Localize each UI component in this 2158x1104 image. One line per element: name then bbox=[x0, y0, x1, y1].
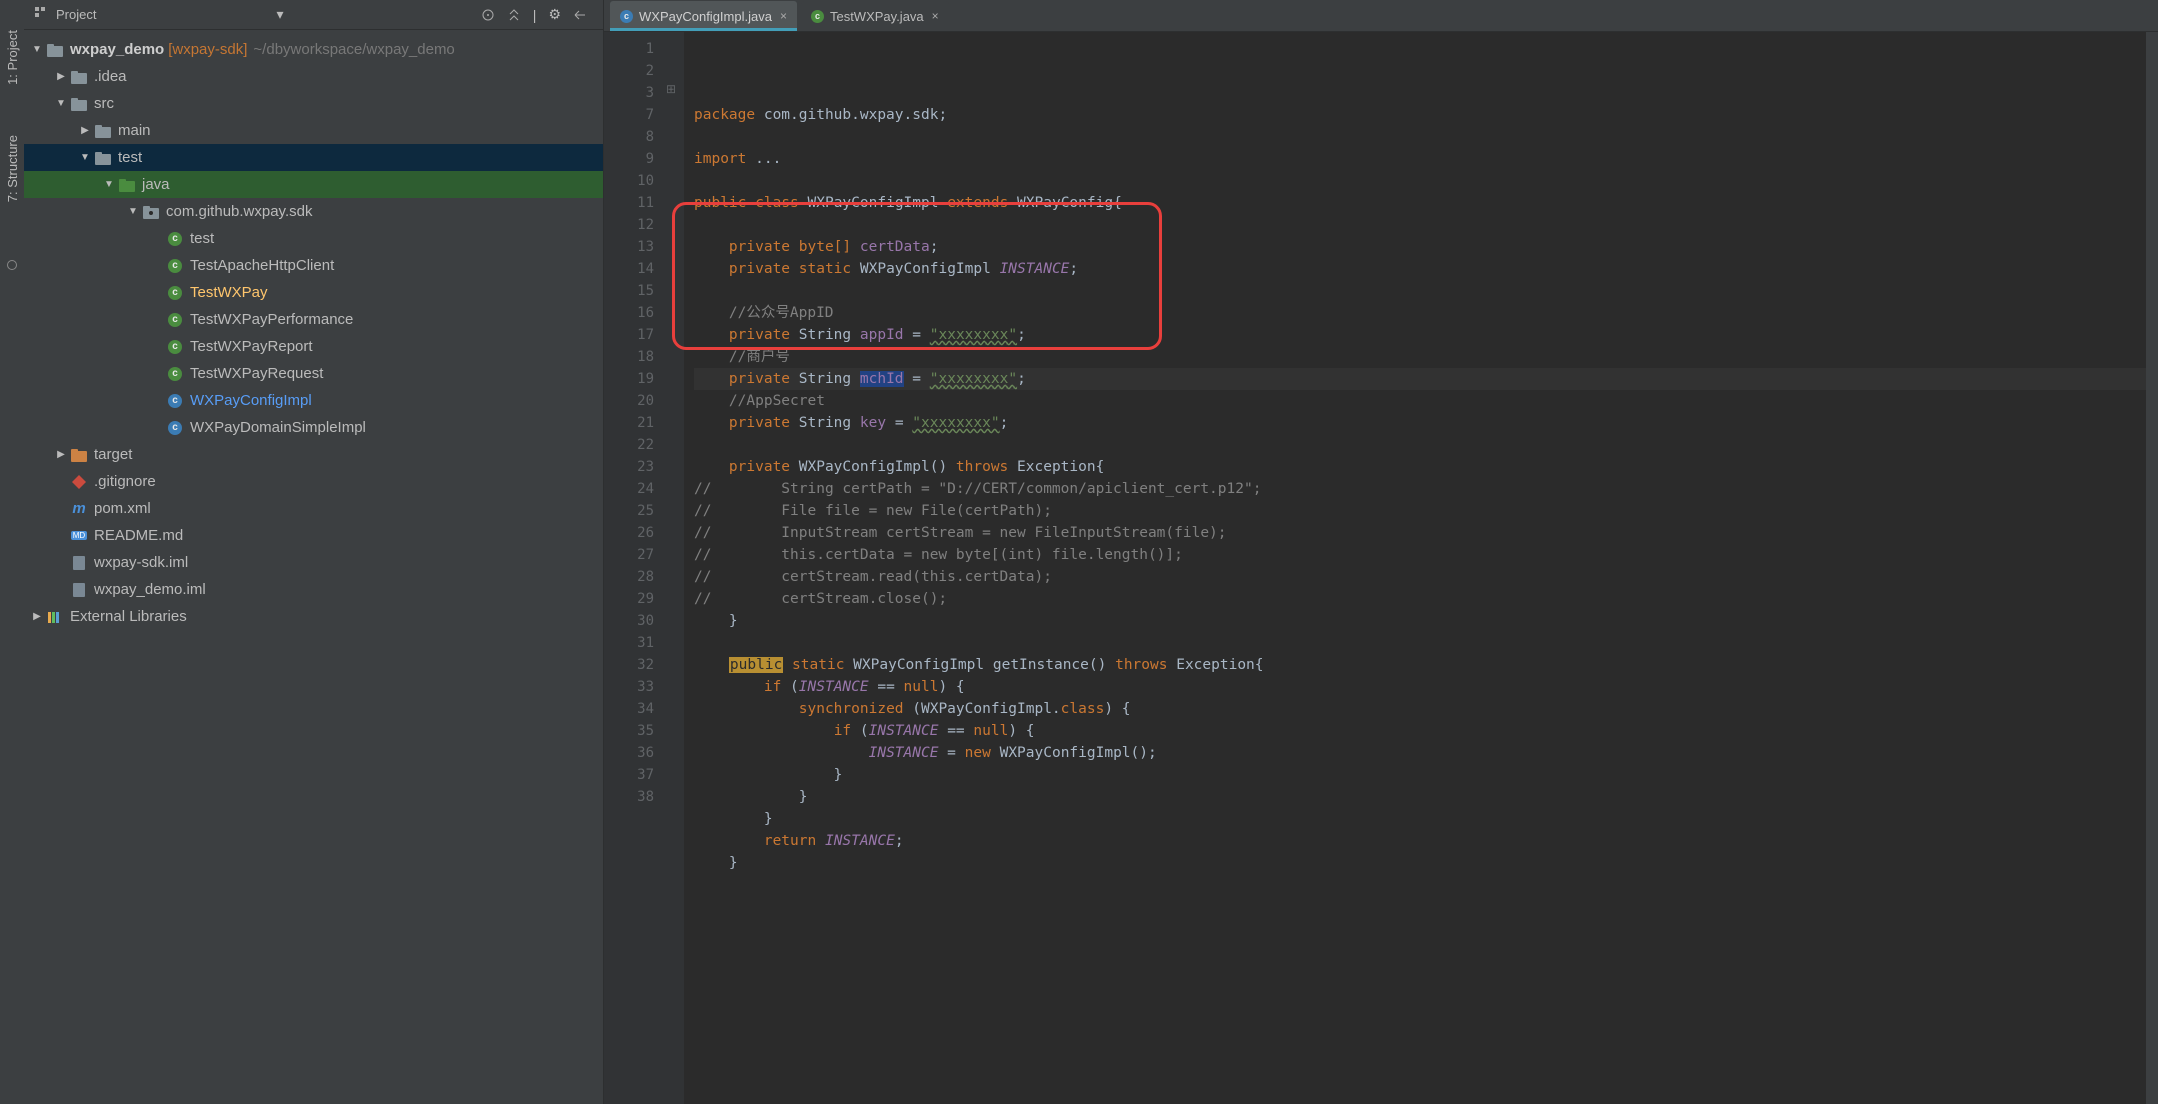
tree-file-testwxpay[interactable]: ·cTestWXPay bbox=[24, 279, 603, 306]
tree-readme[interactable]: ·MDREADME.md bbox=[24, 522, 603, 549]
folder-icon bbox=[94, 150, 112, 166]
tree-test[interactable]: ▼ test bbox=[24, 144, 603, 171]
markdown-icon: MD bbox=[70, 528, 88, 544]
tree-file-domain[interactable]: ·cWXPayDomainSimpleImpl bbox=[24, 414, 603, 441]
tree-file-configimpl[interactable]: ·cWXPayConfigImpl bbox=[24, 387, 603, 414]
iml-icon bbox=[70, 582, 88, 598]
tree-target[interactable]: ▶ target bbox=[24, 441, 603, 468]
root-path: ~/dbyworkspace/wxpay_demo bbox=[253, 41, 454, 58]
tree-pom[interactable]: ·mpom.xml bbox=[24, 495, 603, 522]
java-class-icon: c bbox=[166, 258, 184, 274]
tree-main[interactable]: ▶ main bbox=[24, 117, 603, 144]
close-icon[interactable]: × bbox=[780, 9, 787, 23]
line-gutter: 1237891011121314151617181920212223242526… bbox=[604, 32, 664, 1104]
project-panel: Project ▾ | ⚙ ▼ wxpay_demo [wxpay-sdk] ~… bbox=[24, 0, 604, 1104]
tree-java[interactable]: ▼ java bbox=[24, 171, 603, 198]
tool-structure[interactable]: 7: Structure bbox=[5, 135, 20, 202]
java-class-icon: c bbox=[166, 312, 184, 328]
tab-testwxpay[interactable]: c TestWXPay.java × bbox=[801, 1, 949, 31]
tree-file-testreq[interactable]: ·cTestWXPayRequest bbox=[24, 360, 603, 387]
tree-ext-lib[interactable]: ▶ External Libraries bbox=[24, 603, 603, 630]
folder-icon bbox=[94, 123, 112, 139]
tree-src[interactable]: ▼ src bbox=[24, 90, 603, 117]
java-class-icon: c bbox=[166, 393, 184, 409]
tree-iml1[interactable]: ·wxpay-sdk.iml bbox=[24, 549, 603, 576]
project-icon bbox=[34, 6, 48, 23]
tree-file-testreport[interactable]: ·cTestWXPayReport bbox=[24, 333, 603, 360]
tool-project[interactable]: 1: Project bbox=[5, 30, 20, 85]
iml-icon bbox=[70, 555, 88, 571]
java-class-icon: c bbox=[166, 339, 184, 355]
side-status-icon bbox=[7, 260, 17, 270]
root-module: [wxpay-sdk] bbox=[168, 41, 247, 58]
gear-icon[interactable]: ⚙ bbox=[548, 6, 561, 23]
folder-icon bbox=[70, 96, 88, 112]
project-tree[interactable]: ▼ wxpay_demo [wxpay-sdk] ~/dbyworkspace/… bbox=[24, 30, 603, 1104]
collapse-icon[interactable] bbox=[507, 8, 521, 22]
folder-icon bbox=[70, 447, 88, 463]
java-class-icon: c bbox=[166, 231, 184, 247]
git-icon bbox=[70, 474, 88, 490]
java-class-icon: c bbox=[166, 366, 184, 382]
project-dropdown-icon[interactable]: ▾ bbox=[276, 6, 283, 23]
scrollbar[interactable] bbox=[2146, 32, 2158, 1104]
maven-icon: m bbox=[70, 501, 88, 517]
folder-icon bbox=[118, 177, 136, 193]
folder-icon bbox=[70, 69, 88, 85]
module-icon bbox=[46, 42, 64, 58]
tree-root[interactable]: ▼ wxpay_demo [wxpay-sdk] ~/dbyworkspace/… bbox=[24, 36, 603, 63]
tree-iml2[interactable]: ·wxpay_demo.iml bbox=[24, 576, 603, 603]
tab-wxpayconfigimpl[interactable]: c WXPayConfigImpl.java × bbox=[610, 1, 797, 31]
java-class-icon: c bbox=[166, 420, 184, 436]
java-class-icon: c bbox=[811, 10, 824, 23]
java-class-icon: c bbox=[166, 285, 184, 301]
tree-file-testapache[interactable]: ·cTestApacheHttpClient bbox=[24, 252, 603, 279]
libraries-icon bbox=[46, 609, 64, 625]
project-header: Project ▾ | ⚙ bbox=[24, 0, 603, 30]
root-name: wxpay_demo bbox=[70, 41, 164, 58]
editor-tabs: c WXPayConfigImpl.java × c TestWXPay.jav… bbox=[604, 0, 2158, 32]
hide-panel-icon[interactable] bbox=[573, 8, 587, 22]
code-editor[interactable]: 1237891011121314151617181920212223242526… bbox=[604, 32, 2158, 1104]
tree-idea[interactable]: ▶ .idea bbox=[24, 63, 603, 90]
code-area[interactable]: package com.github.wxpay.sdk; import ...… bbox=[664, 32, 2158, 1104]
locate-icon[interactable] bbox=[481, 8, 495, 22]
project-title: Project bbox=[56, 7, 96, 22]
tree-file-test[interactable]: ·ctest bbox=[24, 225, 603, 252]
close-icon[interactable]: × bbox=[932, 9, 939, 23]
tree-pkg[interactable]: ▼ com.github.wxpay.sdk bbox=[24, 198, 603, 225]
tree-file-testperf[interactable]: ·cTestWXPayPerformance bbox=[24, 306, 603, 333]
divider-icon: | bbox=[533, 7, 537, 23]
package-icon bbox=[142, 204, 160, 220]
tree-gitignore[interactable]: ·.gitignore bbox=[24, 468, 603, 495]
java-class-icon: c bbox=[620, 10, 633, 23]
